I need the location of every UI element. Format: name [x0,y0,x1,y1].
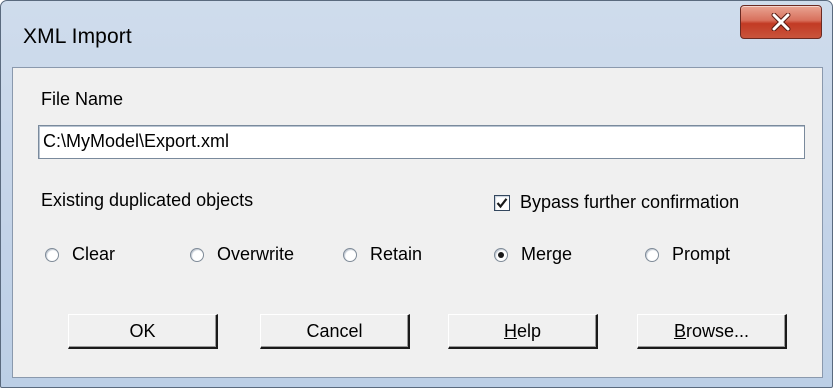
help-button[interactable]: Help [448,314,598,349]
radio-overwrite-label: Overwrite [217,244,295,264]
radio-prompt-circle[interactable] [645,247,659,262]
duplicated-objects-label: Existing duplicated objects [41,190,254,210]
browse-button[interactable]: Browse... [637,314,787,349]
file-name-label: File Name [41,89,124,109]
radio-clear[interactable]: Clear [45,244,115,265]
checkbox-box[interactable] [494,194,510,211]
xml-import-dialog: XML Import File Name C:\MyModel\Export.x… [0,0,833,388]
radio-prompt[interactable]: Prompt [645,244,730,265]
file-name-input[interactable]: C:\MyModel\Export.xml [38,125,805,159]
close-icon [771,13,791,31]
radio-merge-label: Merge [521,244,573,264]
browse-mnemonic: B [673,320,686,341]
help-label-rest: elp [516,320,542,341]
radio-overwrite-circle[interactable] [190,247,204,262]
radio-retain-label: Retain [370,244,423,264]
window-title: XML Import [23,25,132,48]
radio-merge[interactable]: Merge [494,244,572,265]
checkmark-icon [496,197,508,208]
radio-retain-circle[interactable] [343,247,357,262]
radio-clear-circle[interactable] [45,247,59,262]
radio-clear-label: Clear [72,244,116,264]
radio-prompt-label: Prompt [672,244,731,264]
close-button[interactable] [740,5,822,39]
ok-button[interactable]: OK [68,314,218,349]
radio-merge-circle[interactable] [494,247,508,262]
help-mnemonic: H [503,320,517,341]
dialog-client-area: File Name C:\MyModel\Export.xml Existing… [12,67,823,378]
bypass-confirmation-checkbox[interactable]: Bypass further confirmation [494,192,739,213]
bypass-confirmation-label: Bypass further confirmation [520,192,740,212]
radio-overwrite[interactable]: Overwrite [190,244,294,265]
radio-retain[interactable]: Retain [343,244,422,265]
browse-label-rest: rowse... [685,320,750,341]
cancel-button[interactable]: Cancel [260,314,410,349]
